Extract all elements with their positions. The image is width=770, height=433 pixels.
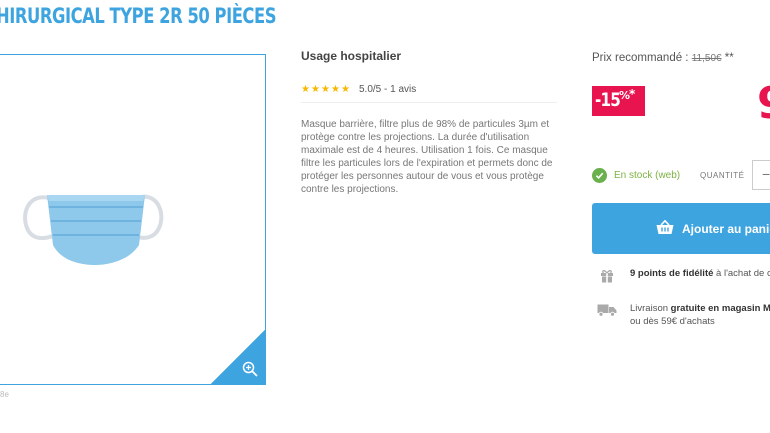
star-icon: ★	[311, 83, 320, 95]
truck-icon	[592, 303, 622, 328]
product-image	[23, 194, 164, 265]
quantity-label: QUANTITÉ	[700, 171, 745, 180]
quantity-minus-button[interactable]: −	[762, 166, 770, 182]
quantity-stepper[interactable]: −	[752, 160, 770, 190]
gift-icon	[592, 269, 622, 283]
loyalty-points: 9 points de fidélité	[630, 268, 714, 279]
recommended-suffix: **	[724, 52, 734, 64]
stock-status: En stock (web)	[592, 168, 680, 183]
rating-stars: ★ ★ ★ ★ ★	[301, 83, 351, 95]
current-price: 9	[757, 78, 770, 129]
loyalty-text: à l'achat de c	[713, 268, 770, 279]
recommended-old-price: 11,50€	[691, 53, 722, 64]
product-title: HIRURGICAL TYPE 2R 50 PIÈCES	[0, 4, 277, 28]
basket-icon	[656, 220, 674, 234]
check-icon	[592, 168, 607, 183]
rating-text[interactable]: 5.0/5 - 1 avis	[359, 84, 416, 95]
star-icon: ★	[341, 83, 350, 95]
add-to-cart-button[interactable]: Ajouter au panier	[592, 203, 770, 254]
product-image-frame[interactable]	[0, 54, 266, 385]
discount-number: -15	[595, 89, 621, 111]
star-icon: ★	[301, 83, 310, 95]
recommended-label: Prix recommandé :	[592, 52, 689, 64]
recommended-price: Prix recommandé : 11,50€ **	[592, 52, 734, 64]
product-reference: 8e	[0, 390, 9, 399]
zoom-button[interactable]	[211, 330, 265, 384]
stock-text: En stock (web)	[614, 170, 681, 181]
divider	[301, 102, 557, 103]
loyalty-info: 9 points de fidélité à l'achat de c	[592, 268, 770, 283]
rating-row[interactable]: ★ ★ ★ ★ ★ 5.0/5 - 1 avis	[301, 84, 416, 95]
discount-asterisk: *	[629, 87, 636, 101]
delivery-bold: gratuite en magasin M	[670, 303, 770, 314]
discount-badge: -15 % *	[592, 86, 645, 116]
product-description: Masque barrière, filtre plus de 98% de p…	[301, 119, 553, 195]
star-icon: ★	[321, 83, 330, 95]
delivery-line2: ou dès 59€ d'achats	[630, 316, 715, 327]
add-to-cart-label: Ajouter au panier	[682, 222, 770, 236]
star-icon: ★	[331, 83, 340, 95]
delivery-info: Livraison gratuite en magasin M ou dès 5…	[592, 302, 770, 328]
usage-heading: Usage hospitalier	[301, 49, 402, 63]
delivery-prefix: Livraison	[630, 303, 671, 314]
zoom-in-icon	[242, 361, 258, 377]
